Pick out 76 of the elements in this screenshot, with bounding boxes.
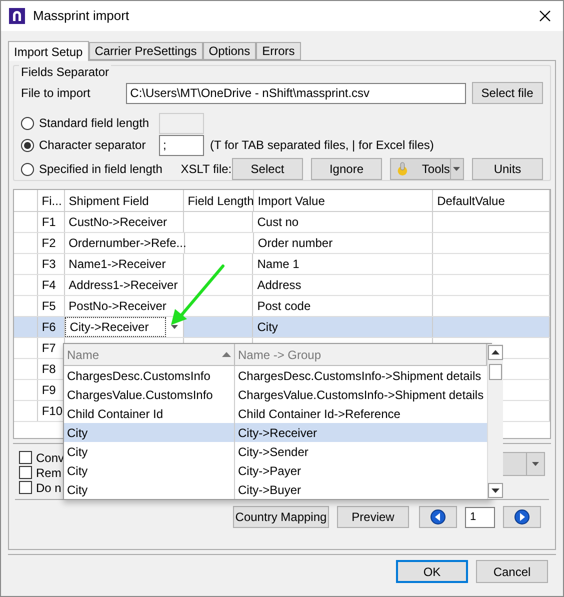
preview-button[interactable]: Preview bbox=[337, 506, 409, 528]
table-cell: Ordernumber->Refe... bbox=[64, 233, 185, 253]
file-path-field[interactable]: C:\Users\MT\OneDrive - nShift\massprint.csv bbox=[126, 82, 466, 104]
column-header[interactable]: DefaultValue bbox=[433, 190, 550, 211]
separator-input[interactable]: ; bbox=[159, 134, 204, 156]
table-cell: Name 1 bbox=[253, 254, 433, 274]
column-header[interactable]: Shipment Field bbox=[64, 190, 184, 211]
field-length-input[interactable] bbox=[159, 112, 204, 134]
checkbox-label: Conv bbox=[36, 450, 64, 466]
scroll-down-icon[interactable] bbox=[488, 483, 503, 498]
radio-button[interactable] bbox=[21, 116, 34, 130]
tab[interactable]: Errors bbox=[256, 42, 301, 60]
dropdown-item[interactable]: ChargesValue.CustomsInfo ChargesValue.CustomsInfo->Shipment details bbox=[64, 385, 487, 404]
caret-icon bbox=[532, 462, 539, 466]
window-title: Massprint import bbox=[33, 7, 130, 26]
sort-up-icon bbox=[222, 352, 231, 357]
table-cell: Name1->Receiver bbox=[64, 254, 184, 274]
table-cell: Address1->Receiver bbox=[64, 275, 184, 295]
tab[interactable]: Carrier PreSettings bbox=[88, 42, 203, 60]
scroll-thumb[interactable] bbox=[488, 364, 502, 380]
page-field[interactable]: 1 bbox=[465, 506, 495, 528]
column-header[interactable]: Fi... bbox=[38, 190, 65, 211]
radio-label: Character separator bbox=[39, 137, 146, 154]
column-header[interactable]: Name bbox=[64, 344, 235, 365]
table-cell: F5 bbox=[38, 296, 65, 316]
checkbox[interactable] bbox=[19, 451, 32, 464]
shipment-field-dropdown[interactable]: City->Receiver bbox=[64, 317, 184, 337]
table-cell: Order number bbox=[254, 233, 434, 253]
xslt-label: XSLT file: bbox=[180, 161, 232, 178]
table-cell: City bbox=[253, 317, 433, 337]
xslt-button[interactable]: Ignore bbox=[310, 158, 382, 180]
ok-button[interactable]: OK bbox=[396, 560, 468, 583]
file-label: File to import bbox=[21, 85, 92, 102]
dropdown-item[interactable]: City City->Payer bbox=[64, 461, 487, 480]
table-cell: F3 bbox=[38, 254, 65, 274]
tab[interactable]: Options bbox=[202, 42, 256, 60]
checkbox-label: Do n bbox=[36, 480, 62, 496]
dropdown-item[interactable]: ChargesDesc.CustomsInfo ChargesDesc.CustomsInfo->Shipment details bbox=[64, 366, 487, 385]
hand-icon bbox=[395, 161, 410, 177]
dropdown-item[interactable]: City City->Sender bbox=[64, 442, 487, 461]
table-cell: CustNo->Receiver bbox=[64, 212, 184, 232]
tools-button[interactable]: Tools bbox=[390, 158, 464, 180]
cancel-button[interactable]: Cancel bbox=[476, 560, 548, 583]
dropdown-item[interactable]: City City->Buyer bbox=[64, 480, 487, 499]
radio-label: Standard field length bbox=[39, 115, 150, 132]
country-mapping-button[interactable]: Country Mapping bbox=[233, 506, 329, 528]
previous-button[interactable] bbox=[419, 506, 457, 528]
table-cell: Address bbox=[253, 275, 433, 295]
xslt-button[interactable]: Select bbox=[232, 158, 303, 180]
close-icon[interactable] bbox=[539, 10, 551, 22]
table-cell: Post code bbox=[253, 296, 433, 316]
table-cell: F1 bbox=[38, 212, 65, 232]
radio-button[interactable] bbox=[21, 138, 34, 152]
scroll-up-icon[interactable] bbox=[488, 345, 503, 360]
back-circle-icon bbox=[430, 509, 446, 525]
radio-button[interactable] bbox=[21, 162, 34, 176]
next-button[interactable] bbox=[503, 506, 541, 528]
scrollbar[interactable] bbox=[486, 344, 503, 499]
tab[interactable]: Import Setup bbox=[8, 41, 89, 61]
group-title: Fields Separator bbox=[19, 63, 112, 81]
dropdown-item[interactable]: City City->Receiver bbox=[64, 423, 487, 442]
checkbox[interactable] bbox=[19, 466, 32, 479]
forward-circle-icon bbox=[514, 509, 530, 525]
separator-hint: (T for TAB separated files, | for Excel files) bbox=[210, 137, 434, 154]
table-cell: F4 bbox=[38, 275, 65, 295]
checkbox[interactable] bbox=[19, 481, 32, 494]
units-button[interactable]: Units bbox=[472, 158, 544, 180]
column-header[interactable]: Import Value bbox=[254, 190, 434, 211]
table-cell: F2 bbox=[38, 233, 65, 253]
table-cell: Cust no bbox=[253, 212, 433, 232]
column-header[interactable]: Field Length bbox=[184, 190, 254, 211]
checkbox-label: Rem bbox=[36, 464, 62, 482]
app-logo-icon bbox=[9, 8, 25, 24]
radio-label: Specified in field length bbox=[39, 161, 162, 178]
select-file-button[interactable]: Select file bbox=[472, 82, 543, 104]
caret-icon bbox=[453, 167, 460, 171]
